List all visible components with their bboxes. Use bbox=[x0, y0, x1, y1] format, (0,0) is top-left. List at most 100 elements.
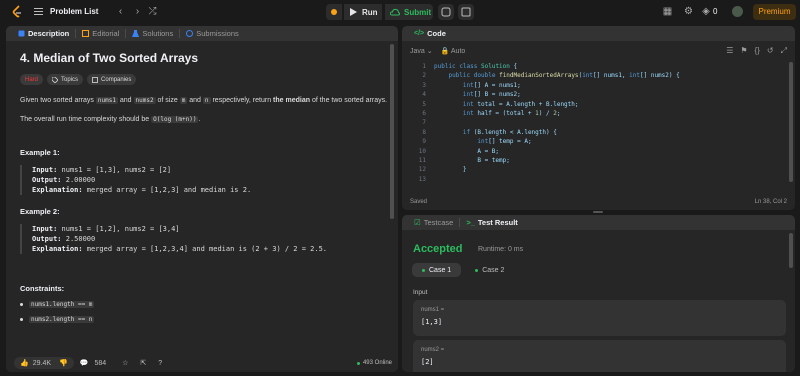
pass-dot bbox=[475, 268, 479, 272]
fire-icon[interactable]: ◈ bbox=[702, 6, 710, 17]
tab-test-result[interactable]: >_ Test Result bbox=[460, 215, 523, 230]
description-scrollbar[interactable] bbox=[390, 44, 394, 219]
editor-actions: ☰ ⚑ {} ↺ ⤢ bbox=[726, 46, 787, 56]
constraints-title: Constraints: bbox=[20, 284, 65, 293]
format-icon[interactable]: ☰ bbox=[726, 46, 733, 56]
tag-icon bbox=[52, 76, 59, 83]
debug-button[interactable] bbox=[326, 4, 342, 20]
thumbs-down-icon[interactable]: 👎 bbox=[59, 359, 68, 367]
line-text: int[] A = nums1; bbox=[462, 81, 521, 89]
complexity-statement: The overall run time complexity should b… bbox=[20, 116, 201, 123]
resize-handle[interactable] bbox=[593, 211, 603, 213]
star-icon[interactable]: ☆ bbox=[122, 359, 128, 367]
language-select[interactable]: Java ⌄ bbox=[410, 47, 433, 55]
line-number: 13 bbox=[418, 175, 426, 183]
notes-button[interactable] bbox=[458, 4, 474, 20]
code-line: 10 A = B; bbox=[402, 148, 795, 157]
code-line: 12 } bbox=[402, 166, 795, 175]
online-dot bbox=[356, 361, 360, 365]
cursor-position: Ln 38, Col 2 bbox=[754, 199, 787, 205]
pass-dot bbox=[422, 268, 425, 272]
tab-solutions[interactable]: Solutions bbox=[126, 26, 179, 41]
like-button[interactable]: 👍 29.4K 👎 bbox=[14, 357, 74, 369]
run-label: Run bbox=[362, 7, 378, 17]
document-icon bbox=[18, 30, 25, 37]
thumbs-up-icon: 👍 bbox=[20, 360, 29, 367]
shuffle-icon[interactable]: ⤮ bbox=[147, 6, 158, 17]
help-icon[interactable]: ? bbox=[158, 360, 162, 367]
tab-editorial[interactable]: Editorial bbox=[76, 26, 125, 41]
result-status: Accepted bbox=[413, 243, 463, 255]
code-line: 3 int[] A = nums1; bbox=[402, 82, 795, 91]
play-icon bbox=[350, 8, 357, 16]
timer-button[interactable] bbox=[438, 4, 454, 20]
top-bar: Problem List ‹ › ⤮ Run Submit ▦ ⚙ ◈ 0 Pr… bbox=[0, 0, 800, 24]
share-icon[interactable]: ⇱ bbox=[140, 359, 146, 367]
example-2-title: Example 2: bbox=[20, 207, 60, 216]
chevron-right-icon[interactable]: › bbox=[132, 6, 143, 17]
line-number: 9 bbox=[422, 138, 426, 146]
checkbox-icon: ☑ bbox=[414, 218, 421, 227]
avatar[interactable] bbox=[732, 6, 743, 17]
line-text: int total = A.length + B.length; bbox=[462, 100, 579, 108]
run-button[interactable]: Run bbox=[344, 4, 382, 20]
code-line: 1 public class Solution { bbox=[402, 63, 795, 72]
case-1-tab[interactable]: Case 1 bbox=[412, 263, 462, 277]
leetcode-logo[interactable] bbox=[11, 5, 23, 19]
expand-icon[interactable]: ⤢ bbox=[781, 46, 787, 56]
line-text: int[] temp = A; bbox=[477, 138, 532, 146]
submit-label: Submit bbox=[404, 7, 432, 17]
description-tabbar: Description Editorial Solutions Submissi… bbox=[6, 26, 398, 41]
example-1-title: Example 1: bbox=[20, 148, 60, 157]
line-number: 12 bbox=[418, 166, 426, 174]
note-icon bbox=[461, 7, 471, 17]
code-line: 6 int half = (total + 1) / 2; bbox=[402, 110, 795, 119]
difficulty-badge: Hard bbox=[20, 74, 44, 85]
tab-description[interactable]: Description bbox=[12, 26, 75, 41]
streak-count: 0 bbox=[713, 7, 718, 16]
comment-icon[interactable]: 💬 bbox=[80, 359, 89, 367]
code-editor[interactable]: 1 public class Solution {2 public double … bbox=[402, 63, 795, 188]
line-text: if (B.length < A.length) { bbox=[462, 128, 557, 136]
reset-icon[interactable]: ↺ bbox=[767, 46, 774, 56]
line-text: B = temp; bbox=[434, 157, 510, 164]
tab-submissions[interactable]: Submissions bbox=[180, 26, 245, 41]
cloud-upload-icon bbox=[390, 8, 400, 16]
tab-code[interactable]: </> Code bbox=[408, 26, 452, 41]
alarm-icon bbox=[441, 7, 451, 17]
code-scrollbar[interactable] bbox=[789, 62, 793, 182]
code-line: 2 public double findMedianSortedArrays(i… bbox=[402, 72, 795, 81]
companies-tag[interactable]: Companies bbox=[87, 74, 137, 85]
input-field-nums2: nums2 = [2] bbox=[413, 340, 786, 372]
editor-toolbar: Java ⌄ 🔒 Auto bbox=[410, 47, 465, 55]
input-label: Input bbox=[413, 289, 428, 296]
chevron-left-icon[interactable]: ‹ bbox=[115, 6, 126, 17]
result-scrollbar[interactable] bbox=[789, 233, 793, 268]
line-number: 3 bbox=[422, 81, 426, 89]
history-icon bbox=[186, 30, 194, 37]
braces-icon[interactable]: {} bbox=[755, 46, 760, 56]
gear-icon[interactable]: ⚙ bbox=[683, 6, 694, 17]
tab-testcase[interactable]: ☑ Testcase bbox=[408, 215, 459, 230]
submit-button[interactable]: Submit bbox=[385, 4, 433, 20]
line-text: A = B; bbox=[434, 147, 500, 155]
constraint-item: nums1.length == m bbox=[20, 301, 390, 308]
case-2-tab[interactable]: Case 2 bbox=[465, 263, 514, 277]
result-tabbar: ☑ Testcase >_ Test Result bbox=[402, 215, 795, 230]
layout-grid-icon[interactable]: ▦ bbox=[662, 6, 673, 17]
case-tabs: Case 1 Case 2 bbox=[412, 263, 514, 277]
bug-icon bbox=[331, 9, 337, 15]
online-count: 493 Online bbox=[356, 360, 392, 366]
book-icon bbox=[82, 30, 90, 37]
line-text: int half = (total + 1) / 2; bbox=[462, 110, 561, 117]
bookmark-icon[interactable]: ⚑ bbox=[740, 46, 747, 56]
premium-button[interactable]: Premium bbox=[753, 4, 796, 20]
auto-mode[interactable]: 🔒 Auto bbox=[441, 47, 466, 55]
topics-tag[interactable]: Topics bbox=[47, 74, 84, 85]
problem-list-icon[interactable] bbox=[34, 7, 43, 16]
problem-list-link[interactable]: Problem List bbox=[50, 7, 98, 16]
line-number: 8 bbox=[422, 128, 426, 136]
code-tabbar: </> Code bbox=[402, 26, 795, 41]
line-number: 11 bbox=[418, 157, 426, 164]
line-text: int[] B = nums2; bbox=[462, 91, 521, 99]
